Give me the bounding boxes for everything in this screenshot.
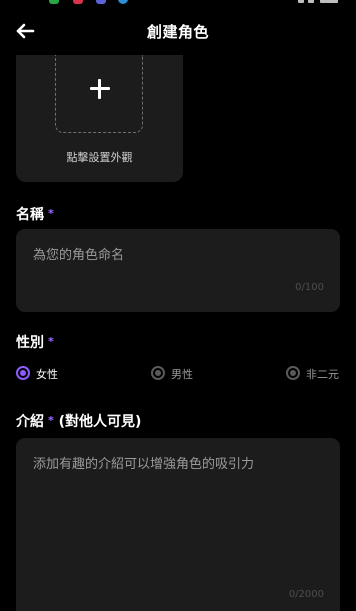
plus-icon (90, 79, 110, 99)
status-bar (0, 0, 356, 6)
radio-selected-icon (16, 366, 30, 380)
gender-option-nonbinary[interactable]: 非二元 (286, 366, 346, 384)
system-indicators (298, 0, 340, 3)
name-label-text: 名稱 (16, 207, 44, 223)
gender-label: 性別 * (16, 332, 54, 352)
required-mark: * (48, 207, 54, 220)
intro-char-counter: 0/2000 (288, 589, 324, 600)
gender-option-label: 非二元 (306, 368, 339, 381)
name-label: 名稱 * (16, 204, 54, 224)
name-char-counter: 0/100 (295, 282, 324, 293)
appearance-upload-card[interactable]: 點擊設置外觀 (16, 55, 183, 182)
gender-option-male[interactable]: 男性 (151, 366, 211, 384)
appearance-caption: 點擊設置外觀 (66, 151, 133, 164)
header: 創建角色 (0, 12, 356, 50)
upload-dashed-box[interactable] (55, 55, 143, 133)
required-mark: * (48, 335, 54, 348)
name-placeholder: 為您的角色命名 (33, 248, 125, 263)
gender-option-label: 男性 (171, 368, 193, 381)
intro-placeholder: 添加有趣的介紹可以增強角色的吸引力 (33, 457, 255, 472)
intro-label: 介紹 * (對他人可見) (16, 411, 141, 431)
intro-input[interactable]: 添加有趣的介紹可以增強角色的吸引力 0/2000 (16, 438, 340, 611)
notification-icon (118, 0, 128, 4)
name-input[interactable]: 為您的角色命名 0/100 (16, 229, 340, 312)
gender-option-label: 女性 (36, 368, 58, 381)
required-mark: * (48, 414, 54, 427)
radio-unselected-icon (151, 366, 165, 380)
notification-icon (73, 0, 83, 4)
intro-label-suffix: (對他人可見) (58, 414, 142, 430)
notification-icon (49, 0, 59, 4)
gender-label-text: 性別 (16, 335, 44, 351)
notification-icon (96, 0, 106, 4)
intro-label-text: 介紹 (16, 414, 44, 430)
radio-unselected-icon (286, 366, 300, 380)
page-title: 創建角色 (146, 23, 209, 41)
gender-option-female[interactable]: 女性 (16, 366, 76, 384)
